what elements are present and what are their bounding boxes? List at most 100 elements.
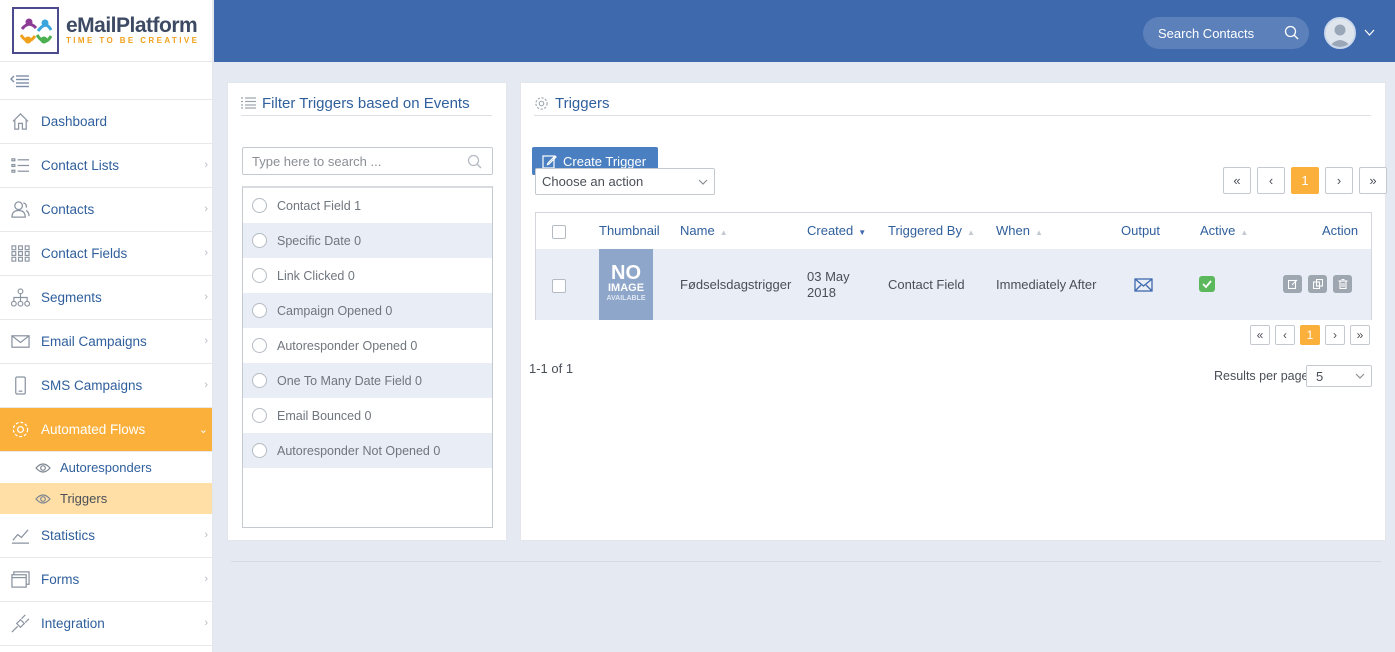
sidebar-item-contacts[interactable]: Contacts › xyxy=(0,188,212,232)
delete-trigger-button[interactable] xyxy=(1333,275,1352,293)
chevron-down-icon xyxy=(698,179,708,185)
sidebar-subitem-autoresponders[interactable]: Autoresponders xyxy=(0,452,212,483)
contact-search-input[interactable]: Search Contacts xyxy=(1143,17,1309,49)
edit-trigger-button[interactable] xyxy=(1283,275,1302,293)
event-filter-contact-field[interactable]: Contact Field 1 xyxy=(243,188,492,223)
sidebar-item-statistics[interactable]: Statistics › xyxy=(0,514,212,558)
sidebar-item-segments[interactable]: Segments › xyxy=(0,276,212,320)
chevron-down-icon: ⌄ xyxy=(198,424,208,436)
radio-button[interactable] xyxy=(252,303,267,318)
radio-button[interactable] xyxy=(252,443,267,458)
thumbnail-text-big: NO xyxy=(611,262,641,284)
chevron-down-icon xyxy=(1355,373,1365,379)
event-filter-campaign-opened[interactable]: Campaign Opened 0 xyxy=(243,293,492,328)
sidebar-item-dashboard[interactable]: Dashboard xyxy=(0,100,212,144)
eye-icon xyxy=(35,462,51,473)
column-name-label: Name xyxy=(680,223,715,238)
sidebar-item-email-campaigns[interactable]: Email Campaigns › xyxy=(0,320,212,364)
sort-icon: ▲ xyxy=(1240,228,1249,237)
envelope-icon[interactable] xyxy=(1134,278,1153,292)
results-per-page-select[interactable]: 5 xyxy=(1306,365,1372,387)
row-checkbox[interactable] xyxy=(552,279,566,293)
envelope-icon xyxy=(11,335,30,348)
current-page-button[interactable]: 1 xyxy=(1300,325,1320,345)
radio-button[interactable] xyxy=(252,338,267,353)
home-icon xyxy=(12,113,29,130)
event-filter-link-clicked[interactable]: Link Clicked 0 xyxy=(243,258,492,293)
sitemap-icon xyxy=(11,288,30,307)
eye-icon xyxy=(35,493,51,504)
chevron-right-icon: › xyxy=(204,335,208,347)
copy-trigger-button[interactable] xyxy=(1308,275,1327,293)
triggers-table: Thumbnail Name ▲ Created ▼ Triggered By ▲ W… xyxy=(535,212,1372,320)
first-page-button[interactable]: « xyxy=(1250,325,1270,345)
radio-button[interactable] xyxy=(252,268,267,283)
last-page-button[interactable]: » xyxy=(1359,167,1387,194)
edit-icon xyxy=(542,154,557,169)
event-filter-one-to-many-date-field[interactable]: One To Many Date Field 0 xyxy=(243,363,492,398)
triggers-panel-title: Triggers xyxy=(555,94,610,112)
trigger-created: 03 May 2018 xyxy=(807,269,850,301)
radio-button[interactable] xyxy=(252,373,267,388)
search-icon[interactable] xyxy=(1284,25,1299,40)
thumbnail-text-mid: IMAGE xyxy=(607,282,645,294)
active-status-checkbox[interactable] xyxy=(1199,276,1215,292)
chevron-right-icon: › xyxy=(204,203,208,215)
prev-page-button[interactable]: ‹ xyxy=(1257,167,1285,194)
select-all-checkbox[interactable] xyxy=(552,225,566,239)
copy-icon xyxy=(1312,279,1323,289)
thumbnail-image[interactable]: NO IMAGE AVAILABLE xyxy=(599,249,653,320)
gear-icon xyxy=(12,421,29,438)
plug-icon xyxy=(11,614,30,633)
bulk-action-select[interactable]: Choose an action xyxy=(535,168,715,195)
next-page-button[interactable]: › xyxy=(1325,325,1345,345)
event-filter-specific-date[interactable]: Specific Date 0 xyxy=(243,223,492,258)
event-filter-label: Email Bounced 0 xyxy=(277,408,372,423)
results-summary: 1-1 of 1 xyxy=(529,361,574,376)
column-action: Action xyxy=(1322,223,1359,238)
sidebar-item-label: Email Campaigns xyxy=(41,334,147,349)
column-triggered-by[interactable]: Triggered By ▲ xyxy=(888,223,975,238)
column-active[interactable]: Active ▲ xyxy=(1200,223,1248,238)
brand-logo[interactable]: eMailPlatform TIME TO BE CREATIVE xyxy=(0,0,212,62)
user-avatar[interactable] xyxy=(1324,17,1356,49)
table-header: Thumbnail Name ▲ Created ▼ Triggered By ▲ W… xyxy=(536,213,1371,249)
sidebar-collapse-button[interactable] xyxy=(0,62,212,100)
event-filter-autoresponder-opened[interactable]: Autoresponder Opened 0 xyxy=(243,328,492,363)
sidebar-item-label: Contact Fields xyxy=(41,246,128,261)
column-when[interactable]: When ▲ xyxy=(996,223,1043,238)
radio-button[interactable] xyxy=(252,408,267,423)
table-row[interactable]: NO IMAGE AVAILABLE Fødselsdagstrigger 03… xyxy=(536,249,1371,320)
sidebar-item-contact-lists[interactable]: Contact Lists › xyxy=(0,144,212,188)
next-page-button[interactable]: › xyxy=(1325,167,1353,194)
chevron-down-icon[interactable] xyxy=(1364,24,1375,42)
sidebar-subitem-triggers[interactable]: Triggers xyxy=(0,483,212,514)
sidebar-item-sms-campaigns[interactable]: SMS Campaigns › xyxy=(0,364,212,408)
bulk-action-value: Choose an action xyxy=(542,174,644,189)
prev-page-button[interactable]: ‹ xyxy=(1275,325,1295,345)
column-created[interactable]: Created ▼ xyxy=(807,223,866,238)
sidebar-item-contact-fields[interactable]: Contact Fields › xyxy=(0,232,212,276)
column-created-label: Created xyxy=(807,223,854,238)
event-filter-autoresponder-not-opened[interactable]: Autoresponder Not Opened 0 xyxy=(243,433,492,468)
radio-button[interactable] xyxy=(252,233,267,248)
current-page-button[interactable]: 1 xyxy=(1291,167,1319,194)
edit-icon xyxy=(1287,279,1297,289)
sidebar-item-integration[interactable]: Integration › xyxy=(0,602,212,646)
radio-button[interactable] xyxy=(252,198,267,213)
first-page-button[interactable]: « xyxy=(1223,167,1251,194)
sidebar-item-label: Contact Lists xyxy=(41,158,120,173)
filter-search-input[interactable]: Type here to search ... xyxy=(242,147,493,175)
forms-icon xyxy=(11,571,30,588)
column-triggered-by-label: Triggered By xyxy=(888,223,962,238)
sidebar-item-forms[interactable]: Forms › xyxy=(0,558,212,602)
last-page-button[interactable]: » xyxy=(1350,325,1370,345)
sidebar-item-automated-flows[interactable]: Automated Flows ⌄ xyxy=(0,408,212,452)
sort-icon: ▲ xyxy=(966,228,975,237)
event-filter-email-bounced[interactable]: Email Bounced 0 xyxy=(243,398,492,433)
column-name[interactable]: Name ▲ xyxy=(680,223,728,238)
pagination-top: « ‹ 1 › » xyxy=(1223,167,1387,194)
trigger-name[interactable]: Fødselsdagstrigger xyxy=(680,277,791,292)
trigger-when: Immediately After xyxy=(996,277,1097,292)
sidebar: eMailPlatform TIME TO BE CREATIVE Dashbo… xyxy=(0,0,213,652)
